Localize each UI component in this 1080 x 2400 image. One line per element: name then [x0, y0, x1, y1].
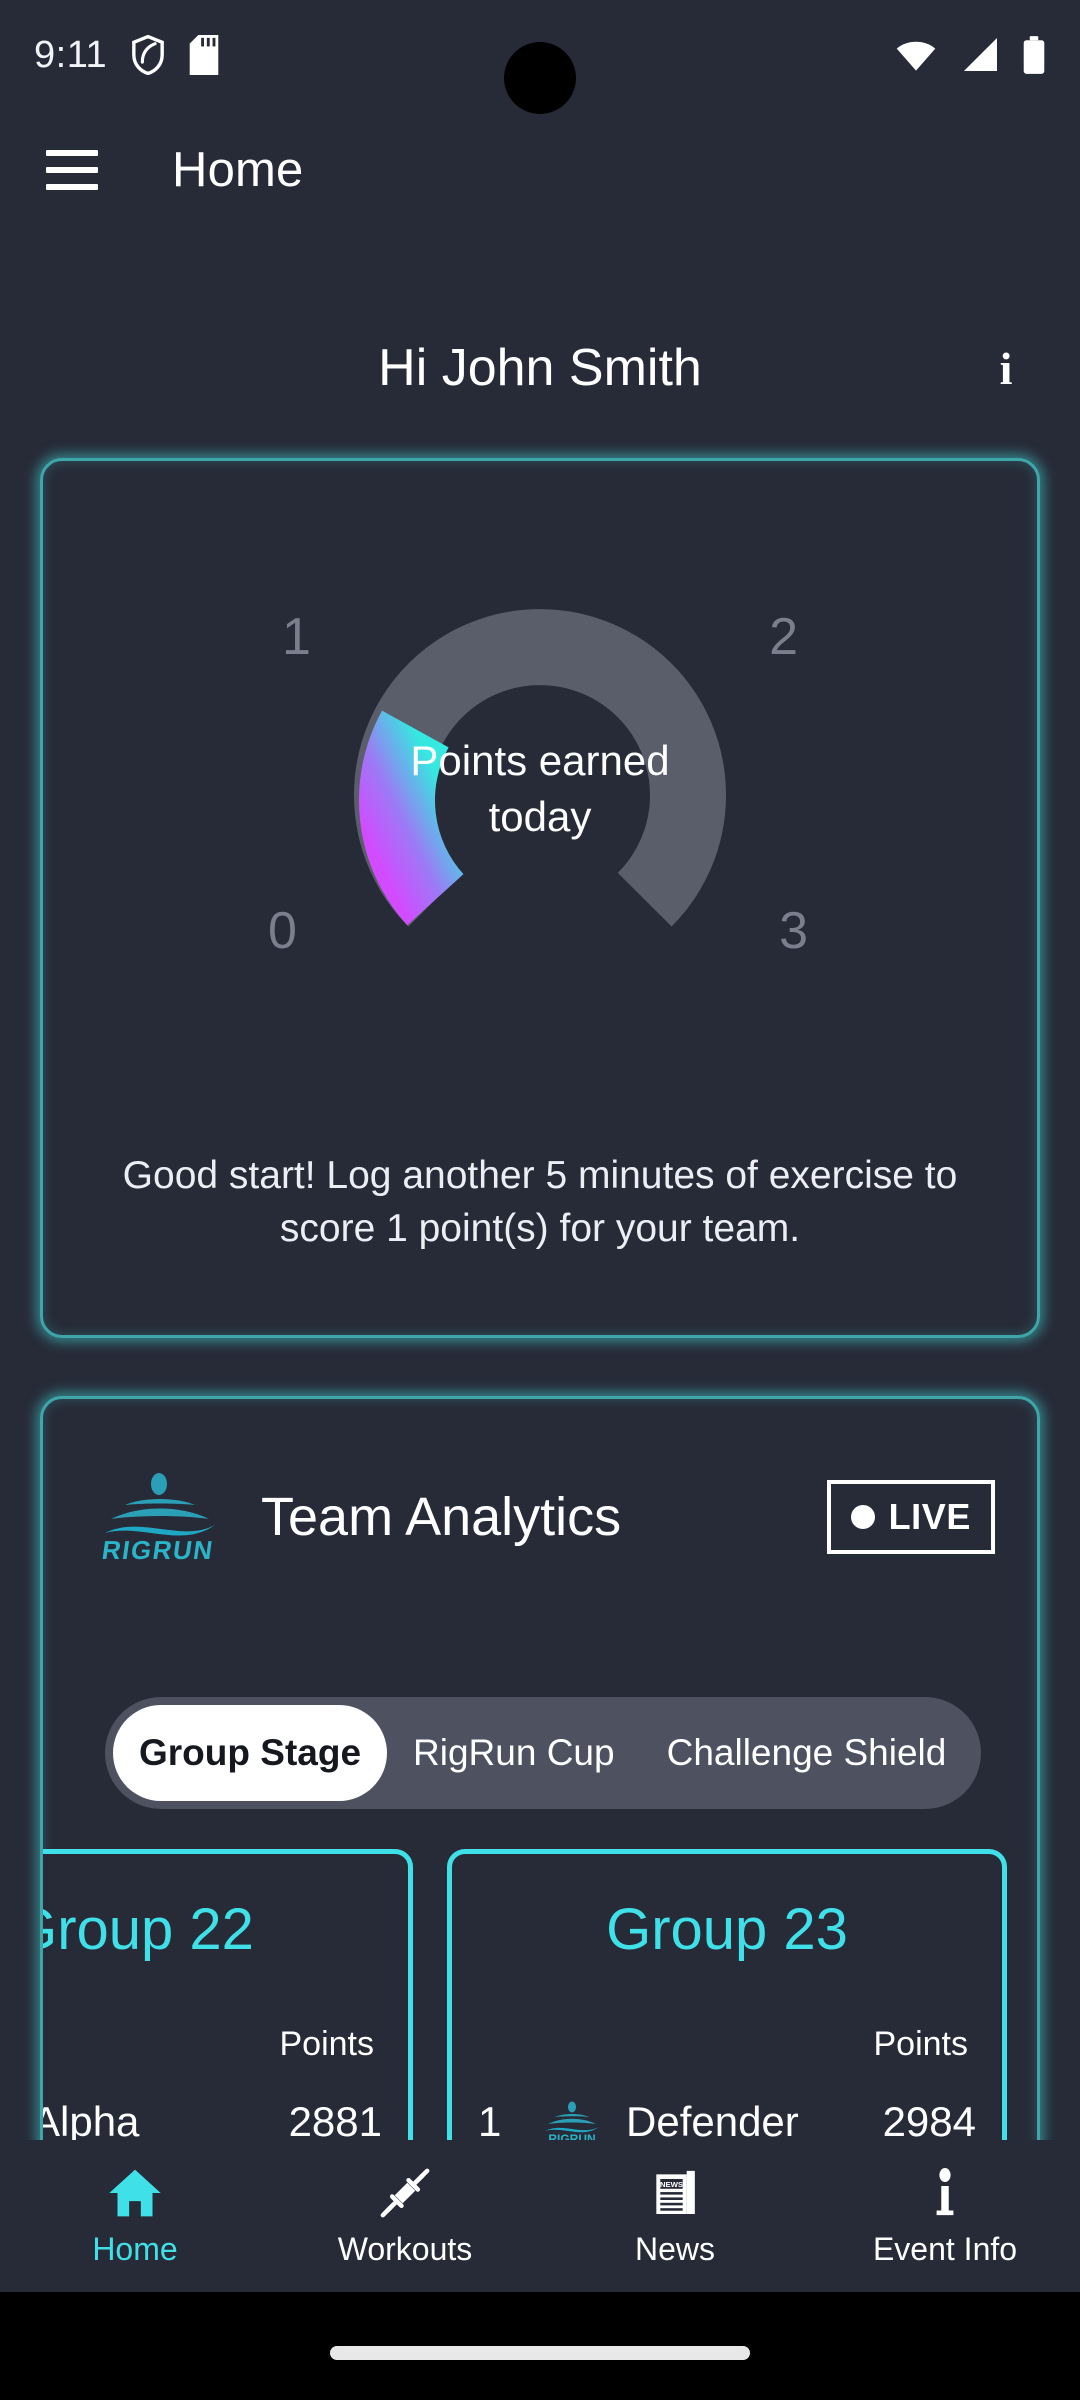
- nav-label: Home: [92, 2230, 178, 2267]
- rigrun-logo: RIGRUN: [85, 1471, 233, 1565]
- rigrun-logo: RIGRUN: [536, 2100, 608, 2146]
- gauge-tick-2: 2: [769, 608, 798, 666]
- nav-label: Event Info: [872, 2230, 1018, 2267]
- points-column-header: Points: [873, 2025, 969, 2063]
- row-team-name: Defender: [626, 2098, 799, 2145]
- greeting-text: Hi John Smith: [378, 339, 702, 397]
- gauge-center-label: Points earned today: [410, 737, 670, 840]
- hamburger-menu-icon[interactable]: [24, 122, 120, 218]
- nav-item-home[interactable]: Home: [0, 2140, 270, 2292]
- live-dot-icon: [850, 1505, 875, 1529]
- dumbbell-icon: [380, 2168, 430, 2217]
- table-row[interactable]: 1 RIGRUN Alpha 2881: [43, 2098, 382, 2146]
- shield-icon: [132, 35, 165, 75]
- analytics-header: RIGRUN Team Analytics LIVE: [43, 1471, 1037, 1565]
- row-rank: 1: [478, 2098, 502, 2145]
- sd-card-icon: [189, 35, 219, 75]
- nav-label: News: [634, 2230, 715, 2267]
- info-icon[interactable]: i: [970, 332, 1042, 404]
- analytics-title: Team Analytics: [261, 1487, 622, 1547]
- points-earned-card: 0 1 2 3 Points earned today Good start! …: [40, 458, 1040, 1338]
- info-icon: [936, 2167, 954, 2215]
- gauge-tick-1: 1: [282, 608, 311, 666]
- stage-tab-group: Group Stage RigRun Cup Challenge Shield: [105, 1697, 981, 1809]
- nav-item-event-info[interactable]: Event Info: [810, 2140, 1080, 2292]
- tab-rigrun-cup[interactable]: RigRun Cup: [387, 1705, 641, 1801]
- group-title: Group 23: [606, 1897, 848, 1962]
- info-icon-glyph: i: [999, 342, 1013, 394]
- nav-item-news[interactable]: NEWS News: [540, 2140, 810, 2292]
- points-gauge: 0 1 2 3 Points earned today: [260, 501, 820, 1081]
- status-bar-right: [894, 36, 1046, 74]
- gauge-tick-3: 3: [779, 902, 808, 960]
- row-points: 2881: [288, 2098, 382, 2145]
- tab-group-stage[interactable]: Group Stage: [113, 1705, 388, 1801]
- bottom-navigation-bar: Home Workouts NEWS News Event Info: [0, 2140, 1080, 2292]
- group-title: Group 22: [43, 1897, 254, 1962]
- status-bar-left: 9:11: [34, 34, 219, 77]
- gauge-tick-0: 0: [268, 902, 297, 960]
- greeting-row: Hi John Smith i: [0, 320, 1080, 430]
- row-team-name: Alpha: [43, 2098, 140, 2145]
- camera-cutout: [504, 42, 576, 114]
- status-bar: 9:11: [0, 0, 1080, 114]
- home-icon: [109, 2169, 161, 2216]
- tab-challenge-shield[interactable]: Challenge Shield: [641, 1705, 973, 1801]
- gesture-home-bar[interactable]: [330, 2346, 750, 2360]
- table-row[interactable]: 1 RIGRUN Defender 2984: [478, 2098, 976, 2146]
- newspaper-icon: NEWS: [656, 2170, 695, 2214]
- live-badge[interactable]: LIVE: [826, 1480, 995, 1554]
- status-clock: 9:11: [34, 33, 108, 76]
- points-column-header: Points: [279, 2025, 375, 2063]
- live-label: LIVE: [888, 1496, 971, 1537]
- app-bar: Home: [0, 110, 1080, 230]
- nav-label: Workouts: [337, 2230, 473, 2267]
- page-title: Home: [172, 143, 304, 197]
- nav-item-workouts[interactable]: Workouts: [270, 2140, 540, 2292]
- points-message: Good start! Log another 5 minutes of exe…: [122, 1154, 958, 1251]
- cellular-signal-icon: [963, 38, 997, 72]
- svg-text:RIGRUN: RIGRUN: [100, 1535, 216, 1563]
- gesture-nav-area: [0, 2292, 1080, 2400]
- battery-icon: [1023, 36, 1045, 74]
- row-points: 2984: [882, 2098, 976, 2145]
- wifi-icon: [896, 41, 936, 71]
- svg-text:NEWS: NEWS: [660, 2179, 683, 2188]
- app-screen: 9:11 Home Hi John Smith i 0 1 2 3 Points…: [0, 0, 1080, 2400]
